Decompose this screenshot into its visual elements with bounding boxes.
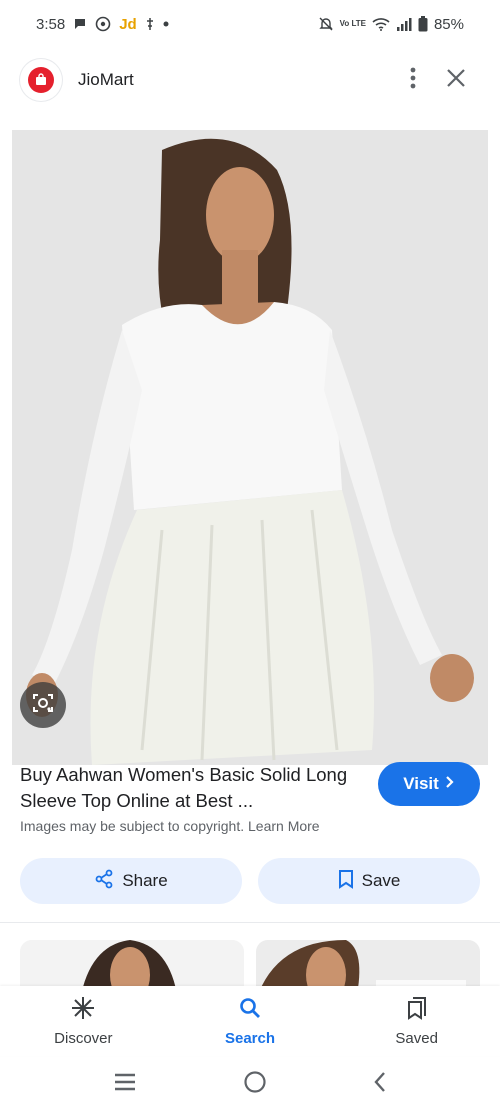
jiomart-bag-icon (28, 67, 54, 93)
visit-button[interactable]: Visit (378, 762, 480, 806)
whatsapp-icon (95, 16, 111, 32)
status-time: 3:58 (36, 15, 66, 33)
signal-icon (396, 17, 412, 31)
chat-bubble-icon (73, 17, 87, 31)
share-icon (94, 869, 114, 894)
back-icon[interactable] (373, 1071, 387, 1098)
visit-label: Visit (403, 774, 439, 793)
site-logo[interactable] (20, 59, 62, 101)
recent-apps-icon[interactable] (113, 1073, 137, 1096)
share-button[interactable]: Share (20, 858, 242, 904)
jd-app-icon: Jd (119, 15, 137, 33)
copyright-notice[interactable]: Images may be subject to copyright. Lear… (20, 818, 320, 834)
nav-discover-label: Discover (54, 1029, 113, 1047)
mute-icon (318, 16, 334, 32)
lens-button[interactable] (20, 682, 66, 728)
divider (0, 922, 500, 923)
result-title[interactable]: Buy Aahwan Women's Basic Solid Long Slee… (20, 762, 360, 814)
close-icon[interactable] (446, 68, 466, 93)
source-header: JioMart (0, 52, 500, 108)
home-icon[interactable] (243, 1070, 267, 1099)
nav-discover[interactable]: Discover (0, 986, 167, 1056)
more-vert-icon[interactable] (410, 67, 416, 94)
nav-search-label: Search (224, 1029, 276, 1047)
status-bar: 3:58 Jd Vo LTE 85% (0, 0, 500, 48)
notification-dot-icon (163, 21, 169, 27)
nav-saved[interactable]: Saved (333, 986, 500, 1056)
share-label: Share (122, 871, 168, 890)
volte-icon: Vo LTE (339, 19, 366, 28)
wifi-icon (372, 17, 390, 31)
saved-icon (405, 996, 429, 1024)
nav-search[interactable]: Search (167, 986, 334, 1056)
nav-saved-label: Saved (395, 1029, 438, 1047)
asterisk-icon (71, 996, 95, 1024)
system-nav (0, 1058, 500, 1111)
usb-icon (145, 17, 155, 31)
battery-icon (418, 16, 428, 32)
search-icon (238, 996, 262, 1024)
save-button[interactable]: Save (258, 858, 480, 904)
bottom-nav: Discover Search Saved (0, 986, 500, 1056)
lens-icon (31, 691, 55, 720)
product-image[interactable] (12, 130, 488, 765)
battery-percent: 85% (433, 15, 464, 33)
save-label: Save (361, 871, 401, 890)
chevron-right-icon (445, 774, 455, 794)
bookmark-icon (338, 869, 354, 894)
site-name[interactable]: JioMart (78, 70, 134, 90)
